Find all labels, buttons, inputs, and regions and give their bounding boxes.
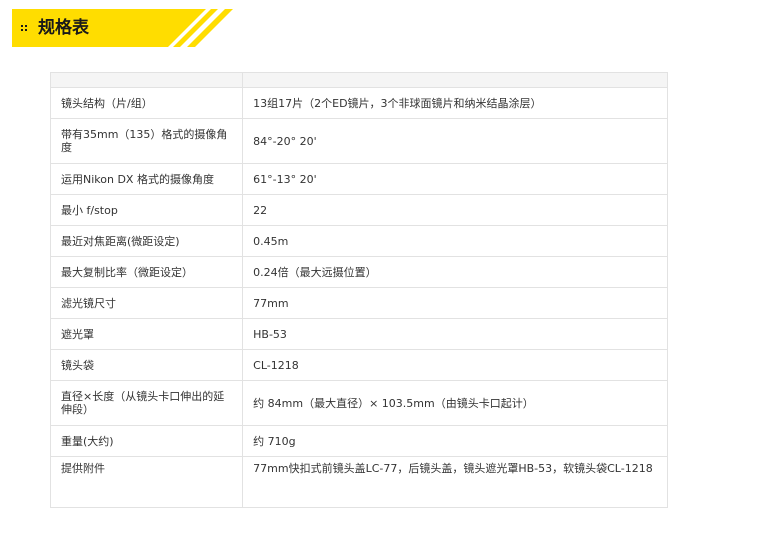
table-row: 直径×长度（从镜头卡口伸出的延伸段） 约 84mm（最大直径）× 103.5mm… xyxy=(49,380,668,426)
table-row: 滤光镜尺寸 77mm xyxy=(49,287,668,319)
spec-value: 84°-20° 20' xyxy=(242,118,668,164)
spec-label: 镜头结构（片/组） xyxy=(49,87,244,119)
spec-label: 带有35mm（135）格式的摄像角度 xyxy=(49,118,244,164)
spec-value: 0.45m xyxy=(242,225,668,257)
spec-value: 77mm xyxy=(242,287,668,319)
spec-label: 最小 f/stop xyxy=(49,194,244,226)
table-row: 遮光罩 HB-53 xyxy=(49,318,668,350)
spec-label: 滤光镜尺寸 xyxy=(49,287,244,319)
spec-label: 最大复制比率（微距设定） xyxy=(49,256,244,288)
page-title: 规格表 xyxy=(38,18,89,38)
spec-value: 0.24倍（最大远摄位置） xyxy=(242,256,668,288)
spec-label: 直径×长度（从镜头卡口伸出的延伸段） xyxy=(49,380,244,426)
spec-value: 约 710g xyxy=(242,425,668,457)
spec-label: 遮光罩 xyxy=(49,318,244,350)
table-row: 带有35mm（135）格式的摄像角度 84°-20° 20' xyxy=(49,118,668,164)
spec-label: 运用Nikon DX 格式的摄像角度 xyxy=(49,163,244,195)
table-row: 最近对焦距离(微距设定) 0.45m xyxy=(49,225,668,257)
spec-value: HB-53 xyxy=(242,318,668,350)
spec-value: 22 xyxy=(242,194,668,226)
bullet-grid-icon xyxy=(21,25,27,31)
table-header-row xyxy=(49,72,668,88)
table-row: 最大复制比率（微距设定） 0.24倍（最大远摄位置） xyxy=(49,256,668,288)
spec-value: CL-1218 xyxy=(242,349,668,381)
spec-value: 77mm快扣式前镜头盖LC-77，后镜头盖，镜头遮光罩HB-53，软镜头袋CL-… xyxy=(242,456,668,508)
spec-label: 重量(大约) xyxy=(49,425,244,457)
table-row: 镜头结构（片/组） 13组17片（2个ED镜片，3个非球面镜片和纳米结晶涂层） xyxy=(49,87,668,119)
table-row: 提供附件 77mm快扣式前镜头盖LC-77，后镜头盖，镜头遮光罩HB-53，软镜… xyxy=(49,456,668,508)
table-row: 重量(大约) 约 710g xyxy=(49,425,668,457)
spec-value: 61°-13° 20' xyxy=(242,163,668,195)
table-row: 运用Nikon DX 格式的摄像角度 61°-13° 20' xyxy=(49,163,668,195)
spec-label: 最近对焦距离(微距设定) xyxy=(49,225,244,257)
spec-value: 约 84mm（最大直径）× 103.5mm（由镜头卡口起计） xyxy=(242,380,668,426)
spec-label: 镜头袋 xyxy=(49,349,244,381)
spec-label: 提供附件 xyxy=(49,456,244,508)
table-row: 镜头袋 CL-1218 xyxy=(49,349,668,381)
table-row: 最小 f/stop 22 xyxy=(49,194,668,226)
section-header: 规格表 xyxy=(12,9,233,47)
spec-value: 13组17片（2个ED镜片，3个非球面镜片和纳米结晶涂层） xyxy=(242,87,668,119)
spec-table: 镜头结构（片/组） 13组17片（2个ED镜片，3个非球面镜片和纳米结晶涂层） … xyxy=(49,72,668,508)
